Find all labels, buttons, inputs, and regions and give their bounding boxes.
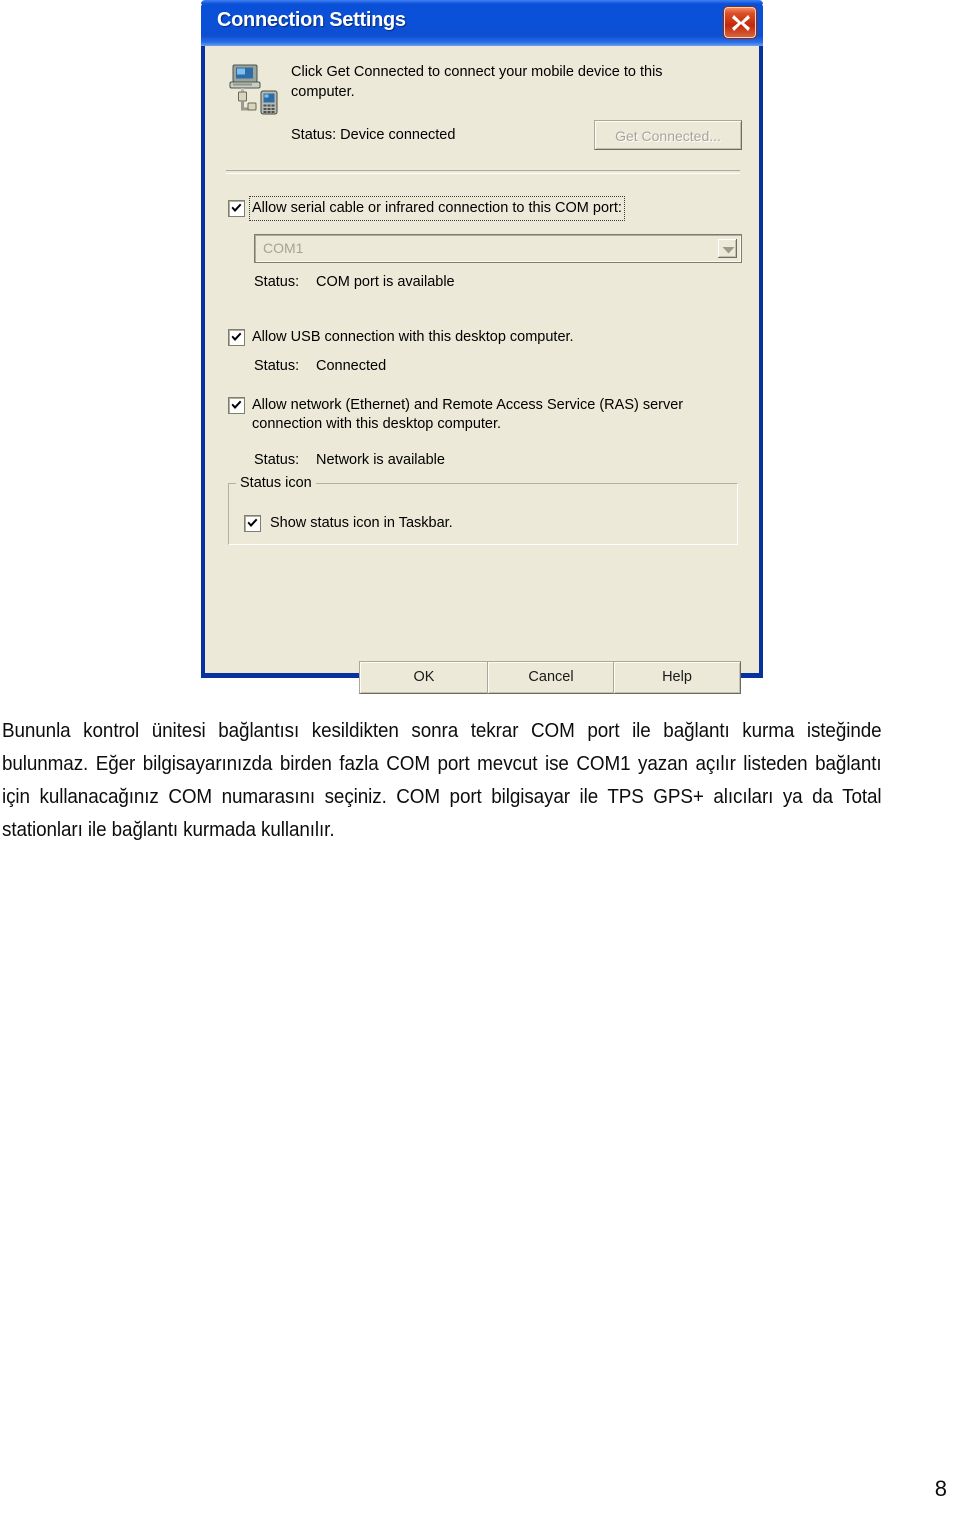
get-connected-button[interactable]: Get Connected... xyxy=(594,120,742,150)
device-status-text: Status: Device connected xyxy=(291,127,456,143)
status-icon-groupbox-title: Status icon xyxy=(236,475,316,491)
body-paragraph: Bununla kontrol ünitesi bağlantısı kesil… xyxy=(2,719,882,841)
allow-usb-label[interactable]: Allow USB connection with this desktop c… xyxy=(252,328,574,347)
allow-usb-checkbox[interactable] xyxy=(228,329,245,346)
usb-status-value: Connected xyxy=(316,358,387,374)
allow-network-checkbox[interactable] xyxy=(228,397,245,414)
com-port-select[interactable]: COM1 xyxy=(254,234,742,263)
titlebar[interactable]: Connection Settings xyxy=(201,0,763,46)
dialog-client-area: Click Get Connected to connect your mobi… xyxy=(206,46,758,694)
allow-network-label[interactable]: Allow network (Ethernet) and Remote Acce… xyxy=(252,396,720,434)
help-button-label: Help xyxy=(662,669,692,685)
com-port-value: COM1 xyxy=(263,240,304,256)
page-number: 8 xyxy=(934,1476,947,1501)
section-divider xyxy=(226,170,740,174)
allow-serial-checkbox[interactable] xyxy=(228,200,245,217)
serial-status-label: Status: xyxy=(254,274,300,290)
chevron-down-icon[interactable] xyxy=(717,238,738,259)
cancel-button[interactable]: Cancel xyxy=(487,661,615,694)
help-button[interactable]: Help xyxy=(613,661,741,694)
serial-status-value: COM port is available xyxy=(316,274,455,290)
usb-status-label: Status: xyxy=(254,358,300,374)
close-button[interactable] xyxy=(724,7,756,38)
pc-to-mobile-device-icon xyxy=(224,62,280,117)
ok-button[interactable]: OK xyxy=(359,661,489,694)
window-title: Connection Settings xyxy=(217,9,406,31)
get-connected-button-label: Get Connected... xyxy=(615,128,721,144)
ok-button-label: OK xyxy=(413,669,435,685)
window-frame: Connection Settings Click Get Connected … xyxy=(201,0,763,694)
network-status-label: Status: xyxy=(254,452,300,468)
network-status-value: Network is available xyxy=(316,452,445,468)
show-status-icon-label[interactable]: Show status icon in Taskbar. xyxy=(270,514,453,533)
intro-text: Click Get Connected to connect your mobi… xyxy=(291,64,663,100)
connection-settings-dialog: Connection Settings Click Get Connected … xyxy=(201,0,763,694)
show-status-icon-checkbox[interactable] xyxy=(244,515,261,532)
cancel-button-label: Cancel xyxy=(528,669,574,685)
allow-serial-label[interactable]: Allow serial cable or infrared connectio… xyxy=(249,196,625,221)
